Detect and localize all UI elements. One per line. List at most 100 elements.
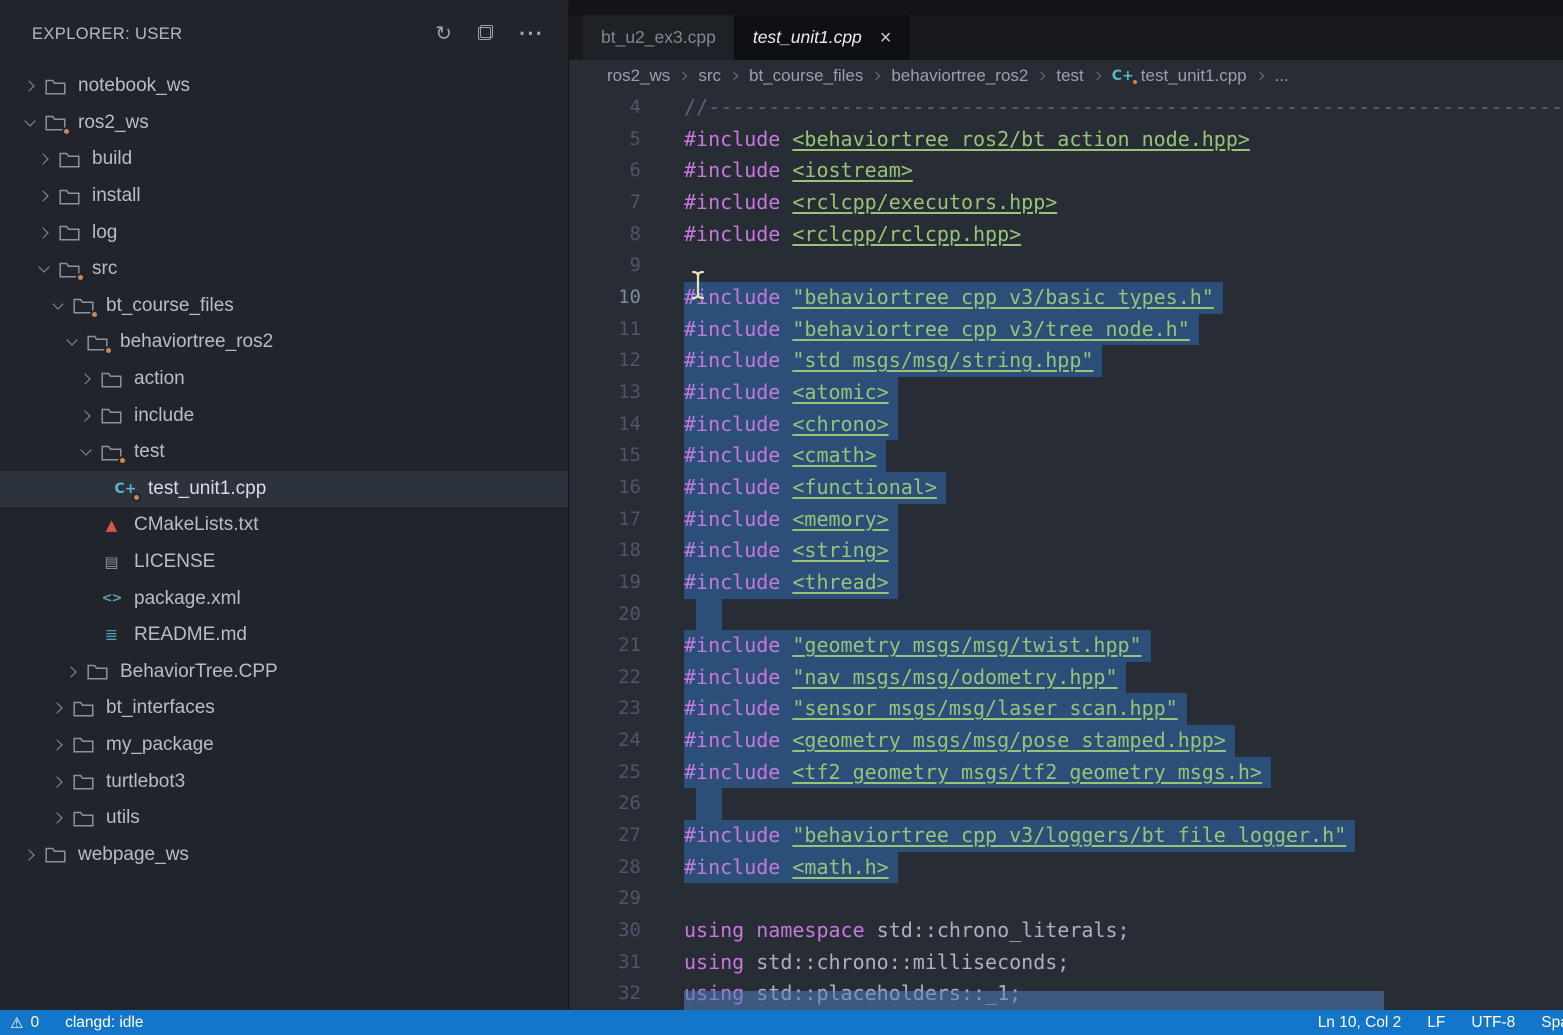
indentation-indicator[interactable]: Spaces	[1541, 1014, 1563, 1032]
line-number[interactable]: 24	[569, 725, 684, 757]
code-line-16[interactable]: 16#include <functional>	[569, 472, 1563, 504]
include-path-link[interactable]: <rclcpp/rclcpp.hpp>	[792, 222, 1021, 246]
code-line-17[interactable]: 17#include <memory>	[569, 504, 1563, 536]
code-line-13[interactable]: 13#include <atomic>	[569, 377, 1563, 409]
tree-item-test_unit1.cpp[interactable]: C+test_unit1.cpp	[0, 471, 568, 508]
tree-item-action[interactable]: action	[0, 361, 568, 398]
tree-item-my_package[interactable]: my_package	[0, 727, 568, 764]
breadcrumb-item-...[interactable]: ...	[1275, 66, 1289, 86]
tree-item-log[interactable]: log	[0, 214, 568, 251]
line-number[interactable]: 26	[569, 788, 684, 820]
line-number[interactable]: 15	[569, 440, 684, 472]
cursor-position-indicator[interactable]: Ln 10, Col 2	[1318, 1014, 1402, 1032]
line-number[interactable]: 18	[569, 535, 684, 567]
breadcrumb-item-src[interactable]: src	[698, 66, 721, 86]
include-path-link[interactable]: <string>	[792, 538, 888, 562]
breadcrumb-item-bt_course_files[interactable]: bt_course_files	[749, 66, 863, 86]
line-number[interactable]: 4	[569, 92, 684, 124]
tree-item-install[interactable]: install	[0, 178, 568, 215]
code-line-22[interactable]: 22#include "nav_msgs/msg/odometry.hpp"	[569, 662, 1563, 694]
breadcrumb-item-test_unit1.cpp[interactable]: C+test_unit1.cpp	[1112, 66, 1247, 86]
code-line-9[interactable]: 9	[569, 250, 1563, 282]
tree-item-package.xml[interactable]: <>package.xml	[0, 580, 568, 617]
include-path-link[interactable]: <math.h>	[792, 855, 888, 879]
include-path-link[interactable]: "sensor_msgs/msg/laser_scan.hpp"	[792, 696, 1177, 720]
code-line-5[interactable]: 5#include <behaviortree_ros2/bt_action_n…	[569, 124, 1563, 156]
code-line-21[interactable]: 21#include "geometry_msgs/msg/twist.hpp"	[569, 630, 1563, 662]
close-icon[interactable]: ×	[880, 28, 892, 48]
include-path-link[interactable]: <iostream>	[792, 158, 912, 182]
code-line-6[interactable]: 6#include <iostream>	[569, 155, 1563, 187]
tab-bt_u2_ex3.cpp[interactable]: bt_u2_ex3.cpp	[583, 15, 735, 60]
include-path-link[interactable]: <atomic>	[792, 380, 888, 404]
tree-item-build[interactable]: build	[0, 141, 568, 178]
line-number[interactable]: 20	[569, 599, 684, 631]
line-number[interactable]: 31	[569, 947, 684, 979]
include-path-link[interactable]: <functional>	[792, 475, 937, 499]
code-line-24[interactable]: 24#include <geometry_msgs/msg/pose_stamp…	[569, 725, 1563, 757]
include-path-link[interactable]: <cmath>	[792, 443, 876, 467]
tree-item-behaviortree_ros2[interactable]: behaviortree_ros2	[0, 324, 568, 361]
tree-item-bt_course_files[interactable]: bt_course_files	[0, 288, 568, 325]
collapse-folders-icon[interactable]	[478, 24, 493, 44]
line-number[interactable]: 30	[569, 915, 684, 947]
line-number[interactable]: 6	[569, 155, 684, 187]
encoding-indicator[interactable]: UTF-8	[1471, 1014, 1515, 1032]
include-path-link[interactable]: "behaviortree_cpp_v3/loggers/bt_file_log…	[792, 823, 1346, 847]
code-line-20[interactable]: 20	[569, 599, 1563, 631]
include-path-link[interactable]: <memory>	[792, 507, 888, 531]
line-number[interactable]: 10	[569, 282, 684, 314]
line-number[interactable]: 22	[569, 662, 684, 694]
code-line-4[interactable]: 4//-------------------------------------…	[569, 92, 1563, 124]
include-path-link[interactable]: <behaviortree_ros2/bt_action_node.hpp>	[792, 127, 1250, 151]
tree-item-utils[interactable]: utils	[0, 800, 568, 837]
code-line-10[interactable]: 10#include "behaviortree_cpp_v3/basic_ty…	[569, 282, 1563, 314]
breadcrumb-item-ros2_ws[interactable]: ros2_ws	[607, 66, 670, 86]
tree-item-ros2_ws[interactable]: ros2_ws	[0, 105, 568, 142]
include-path-link[interactable]: "behaviortree_cpp_v3/basic_types.h"	[792, 285, 1213, 309]
include-path-link[interactable]: "nav_msgs/msg/odometry.hpp"	[792, 665, 1117, 689]
line-number[interactable]: 7	[569, 187, 684, 219]
tree-item-CMakeLists.txt[interactable]: ▲CMakeLists.txt	[0, 507, 568, 544]
include-path-link[interactable]: "behaviortree_cpp_v3/tree_node.h"	[792, 317, 1189, 341]
code-line-7[interactable]: 7#include <rclcpp/executors.hpp>	[569, 187, 1563, 219]
code-line-11[interactable]: 11#include "behaviortree_cpp_v3/tree_nod…	[569, 314, 1563, 346]
line-number[interactable]: 12	[569, 345, 684, 377]
breadcrumb-item-behaviortree_ros2[interactable]: behaviortree_ros2	[891, 66, 1028, 86]
include-path-link[interactable]: <rclcpp/executors.hpp>	[792, 190, 1057, 214]
include-path-link[interactable]: <chrono>	[792, 412, 888, 436]
code-line-14[interactable]: 14#include <chrono>	[569, 409, 1563, 441]
tree-item-test[interactable]: test	[0, 434, 568, 471]
tree-item-notebook_ws[interactable]: notebook_ws	[0, 68, 568, 105]
tree-item-turtlebot3[interactable]: turtlebot3	[0, 763, 568, 800]
line-number[interactable]: 29	[569, 883, 684, 915]
line-number[interactable]: 19	[569, 567, 684, 599]
line-number[interactable]: 28	[569, 852, 684, 884]
line-number[interactable]: 25	[569, 757, 684, 789]
tree-item-src[interactable]: src	[0, 251, 568, 288]
code-line-28[interactable]: 28#include <math.h>	[569, 852, 1563, 884]
line-number[interactable]: 27	[569, 820, 684, 852]
code-editor[interactable]: 4//-------------------------------------…	[569, 92, 1563, 1010]
include-path-link[interactable]: <tf2_geometry_msgs/tf2_geometry_msgs.h>	[792, 760, 1262, 784]
tree-item-bt_interfaces[interactable]: bt_interfaces	[0, 690, 568, 727]
code-line-12[interactable]: 12#include "std_msgs/msg/string.hpp"	[569, 345, 1563, 377]
line-number[interactable]: 5	[569, 124, 684, 156]
horizontal-scrollbar[interactable]	[684, 991, 1384, 1010]
tree-item-webpage_ws[interactable]: webpage_ws	[0, 836, 568, 873]
code-line-30[interactable]: 30using namespace std::chrono_literals;	[569, 915, 1563, 947]
line-number[interactable]: 16	[569, 472, 684, 504]
line-number[interactable]: 17	[569, 504, 684, 536]
code-line-25[interactable]: 25#include <tf2_geometry_msgs/tf2_geomet…	[569, 757, 1563, 789]
problems-indicator[interactable]: ⚠ 0	[10, 1014, 39, 1032]
line-number[interactable]: 14	[569, 409, 684, 441]
include-path-link[interactable]: <geometry_msgs/msg/pose_stamped.hpp>	[792, 728, 1225, 752]
code-line-15[interactable]: 15#include <cmath>	[569, 440, 1563, 472]
tree-item-include[interactable]: include	[0, 397, 568, 434]
code-line-18[interactable]: 18#include <string>	[569, 535, 1563, 567]
breadcrumb-item-test[interactable]: test	[1056, 66, 1083, 86]
code-line-8[interactable]: 8#include <rclcpp/rclcpp.hpp>	[569, 219, 1563, 251]
line-number[interactable]: 21	[569, 630, 684, 662]
clangd-status[interactable]: clangd: idle	[65, 1014, 143, 1032]
include-path-link[interactable]: "geometry_msgs/msg/twist.hpp"	[792, 633, 1141, 657]
